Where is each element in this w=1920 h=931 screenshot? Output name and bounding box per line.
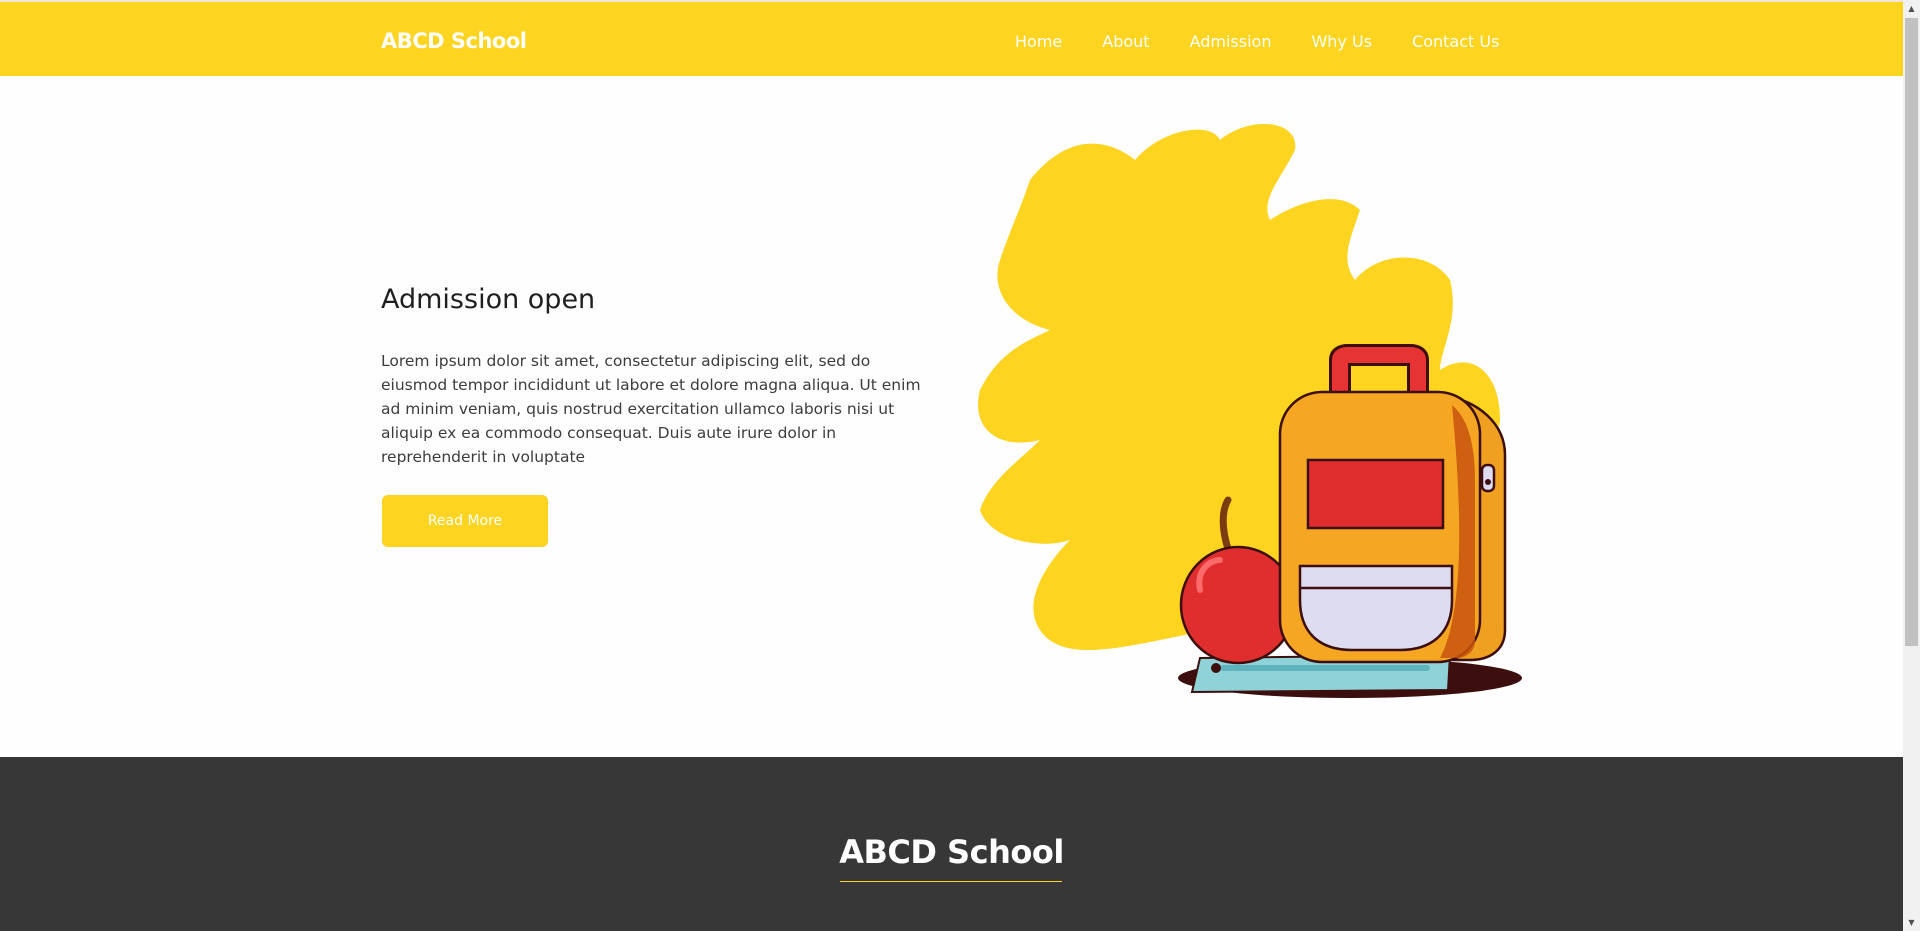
top-border	[0, 0, 1903, 2]
nav-link-home[interactable]: Home	[1015, 32, 1062, 51]
scroll-down-arrow-icon[interactable]: ▼	[1903, 914, 1920, 931]
nav-link-admission[interactable]: Admission	[1190, 32, 1272, 51]
nav-link-contact-us[interactable]: Contact Us	[1412, 32, 1499, 51]
site-logo[interactable]: ABCD School	[381, 29, 527, 53]
footer-logo[interactable]: ABCD School	[0, 833, 1903, 871]
site-header: ABCD School Home About Admission Why Us …	[0, 0, 1903, 76]
read-more-button[interactable]: Read More	[382, 495, 548, 547]
scrollbar-thumb[interactable]	[1905, 18, 1918, 646]
backpack-illustration	[978, 123, 1522, 698]
main-nav: Home About Admission Why Us Contact Us	[1015, 32, 1499, 51]
scroll-up-arrow-icon[interactable]: ▲	[1903, 0, 1920, 17]
zipper-shape	[1480, 463, 1496, 493]
hero-title: Admission open	[381, 284, 596, 315]
backpack-body-shape	[1278, 390, 1482, 664]
nav-link-about[interactable]: About	[1102, 32, 1149, 51]
site-footer: ABCD School	[0, 757, 1903, 931]
nav-link-why-us[interactable]: Why Us	[1311, 32, 1372, 51]
footer-logo-underline	[840, 881, 1062, 882]
hero-description: Lorem ipsum dolor sit amet, consectetur …	[381, 352, 921, 466]
page: ABCD School Home About Admission Why Us …	[0, 0, 1903, 931]
